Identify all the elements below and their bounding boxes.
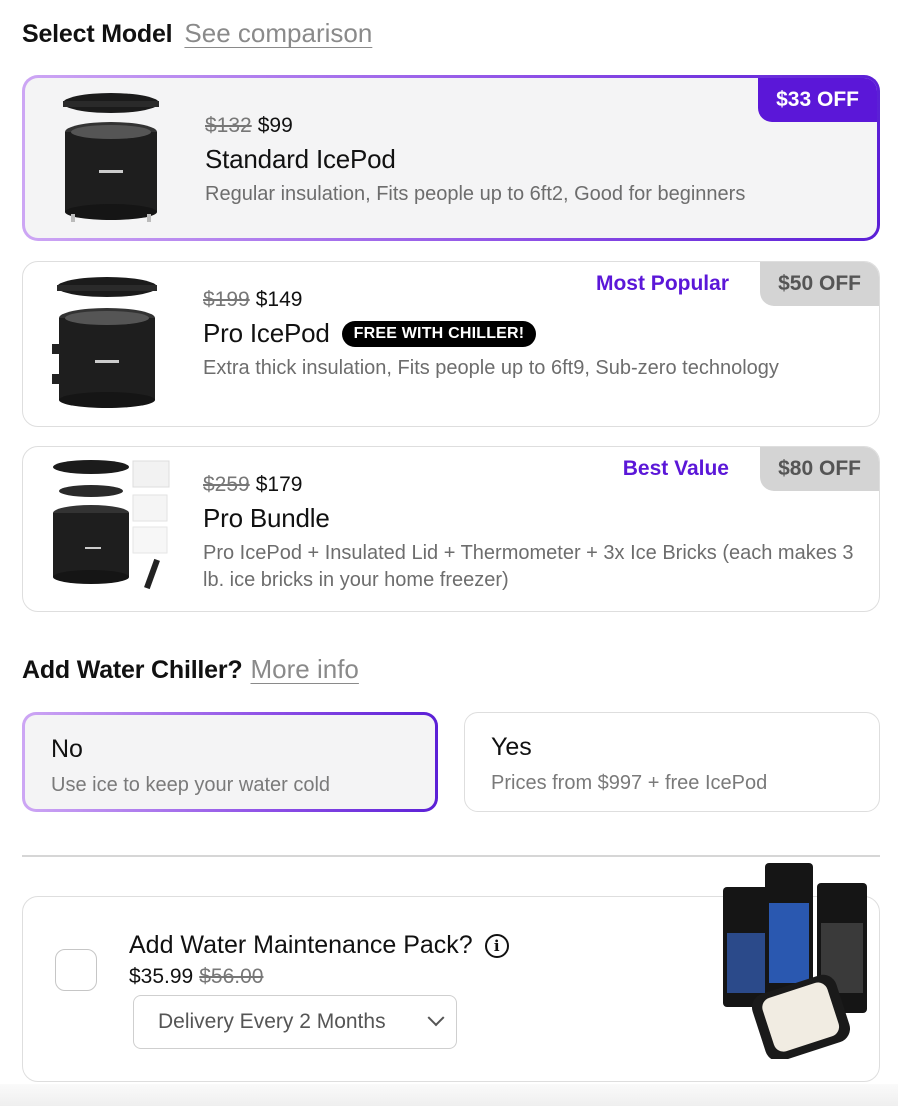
delivery-frequency-select[interactable]: Delivery Every 2 Months	[133, 995, 457, 1049]
maintenance-price-row: $35.99 $56.00	[129, 965, 263, 989]
sale-price: $179	[255, 473, 303, 496]
model-title: Standard IcePod	[205, 144, 863, 175]
select-model-header: Select Model See comparison	[22, 18, 372, 49]
maintenance-title: Add Water Maintenance Pack? i	[129, 931, 509, 960]
maintenance-pack-card: Add Water Maintenance Pack? i $35.99 $56…	[22, 863, 880, 1082]
discount-badge: $80 OFF	[760, 447, 879, 491]
option-title: No	[51, 735, 83, 763]
select-model-heading: Select Model	[22, 20, 173, 48]
model-description: Pro IcePod + Insulated Lid + Thermometer…	[203, 542, 854, 591]
model-title-text: Standard IcePod	[205, 144, 396, 174]
pro-icepod-image	[52, 277, 157, 408]
free-with-chiller-tag: FREE WITH CHILLER!	[341, 320, 537, 347]
maintenance-title-text: Add Water Maintenance Pack?	[129, 931, 473, 959]
option-subtitle: Prices from $997 + free IcePod	[491, 772, 768, 794]
discount-badge: $33 OFF	[758, 78, 877, 122]
maintenance-pack-image	[723, 863, 867, 1059]
original-price: $132	[205, 114, 252, 137]
model-description: Regular insulation, Fits people up to 6f…	[205, 183, 746, 205]
maintenance-price: $35.99	[129, 965, 194, 988]
model-title-text: Pro Bundle	[203, 503, 330, 533]
maintenance-original-price: $56.00	[199, 965, 264, 988]
delivery-selected-value: Delivery Every 2 Months	[158, 1010, 386, 1033]
chiller-option-no[interactable]: No Use ice to keep your water cold	[22, 712, 438, 812]
sale-price: $149	[255, 288, 303, 311]
pro-bundle-image	[53, 460, 170, 590]
standard-icepod-image	[63, 93, 159, 222]
model-title-text: Pro IcePod	[203, 318, 330, 348]
model-card-body: $132 $99 Standard IcePod Regular insulat…	[205, 114, 863, 208]
chiller-header: Add Water Chiller? More info	[22, 654, 359, 685]
model-card-standard[interactable]: $132 $99 Standard IcePod Regular insulat…	[22, 75, 880, 241]
option-subtitle: Use ice to keep your water cold	[51, 774, 331, 796]
section-divider	[22, 855, 880, 857]
see-comparison-link[interactable]: See comparison	[184, 18, 372, 49]
info-icon[interactable]: i	[484, 933, 509, 958]
option-title: Yes	[491, 733, 532, 761]
chiller-heading: Add Water Chiller?	[22, 656, 243, 684]
model-title: Pro IcePod FREE WITH CHILLER!	[203, 318, 865, 349]
chevron-down-icon	[427, 1009, 445, 1027]
model-card-body: $259 $179 Pro Bundle Pro IcePod + Insula…	[203, 473, 865, 594]
model-description: Extra thick insulation, Fits people up t…	[203, 357, 779, 379]
maintenance-pack-checkbox[interactable]	[55, 949, 97, 991]
model-title: Pro Bundle	[203, 503, 865, 534]
original-price: $259	[203, 473, 250, 496]
original-price: $199	[203, 288, 250, 311]
model-card-pro[interactable]: Most Popular $199 $149 Pro IcePod FREE W…	[22, 261, 880, 427]
model-card-bundle[interactable]: Best Value $259 $179 Pro Bundle Pro IceP…	[22, 446, 880, 612]
more-info-link[interactable]: More info	[251, 654, 359, 685]
sale-price: $99	[257, 114, 293, 137]
discount-badge: $50 OFF	[760, 262, 879, 306]
chiller-option-yes[interactable]: Yes Prices from $997 + free IcePod	[464, 712, 880, 812]
page-bottom-edge	[0, 1084, 898, 1106]
